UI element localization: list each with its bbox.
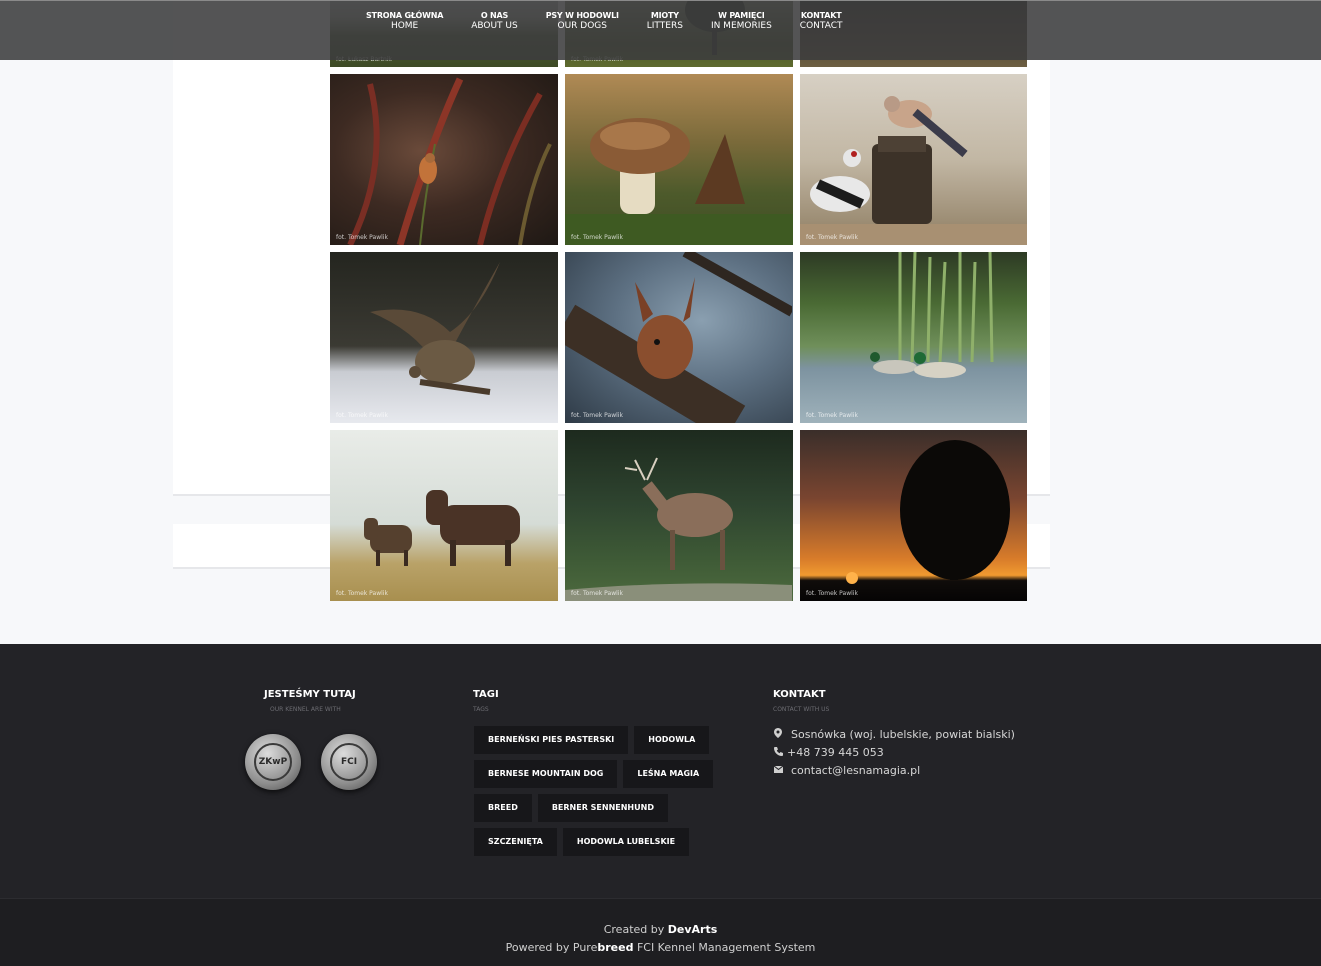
nav-litters-label-pl: MIOTY bbox=[650, 11, 679, 20]
footer-tags-subtitle: TAGS bbox=[473, 706, 489, 713]
zkwp-logo-text: ZKwP bbox=[254, 743, 292, 781]
buzzard-illustration bbox=[370, 262, 500, 395]
tag-bernese-mountain-dog[interactable]: BERNESE MOUNTAIN DOG bbox=[474, 760, 618, 788]
photo-credit: fot. Tomek Pawlik bbox=[571, 412, 623, 419]
gallery-photo-deer[interactable]: fot. Tomek Pawlik bbox=[565, 430, 793, 601]
created-by-link[interactable]: DevArts bbox=[668, 923, 718, 936]
gallery-photo-mushroom[interactable]: fot. Tomek Pawlik bbox=[565, 74, 793, 245]
tag-cloud: BERNEŃSKI PIES PASTERSKI HODOWLA BERNESE… bbox=[474, 726, 734, 862]
photo-credit: fot. Tomek Pawlik bbox=[336, 234, 388, 241]
gallery-photo-buzzard[interactable]: fot. Tomek Pawlik bbox=[330, 252, 558, 423]
photo-credit: fot. Tomek Pawlik bbox=[806, 590, 858, 597]
contact-email-text: contact@lesnamagia.pl bbox=[791, 764, 921, 777]
footer-contact-title: KONTAKT bbox=[773, 689, 826, 700]
nav-in-memories-label-en: IN MEMORIES bbox=[710, 21, 772, 31]
nav-home-label-en: HOME bbox=[390, 21, 419, 31]
photo-gallery: fot. Łukasz Bartnik fot. Tomek Pawlik fo… bbox=[330, 0, 1027, 601]
tag-lesna-magia[interactable]: LEŚNA MAGIA bbox=[623, 760, 714, 788]
gallery-photo-sunset[interactable]: fot. Tomek Pawlik bbox=[800, 430, 1027, 601]
tag-berner-sennenhund[interactable]: BERNER SENNENHUND bbox=[537, 794, 668, 822]
zkwp-logo[interactable]: ZKwP bbox=[245, 734, 301, 790]
gallery-photo-squirrel[interactable]: fot. Tomek Pawlik bbox=[565, 252, 793, 423]
nav-our-dogs[interactable]: PSY W HODOWLI OUR DOGS bbox=[532, 11, 633, 31]
powered-by-suffix: FCI Kennel Management System bbox=[636, 941, 816, 954]
nav-home-label-pl: STRONA GŁÓWNA bbox=[366, 11, 444, 20]
contact-phone[interactable]: +48 739 445 053 bbox=[773, 746, 884, 759]
created-by-prefix: Created by bbox=[603, 923, 665, 936]
contact-address: Sosnówka (woj. lubelskie, powiat bialski… bbox=[773, 728, 1015, 741]
nav-our-dogs-label-en: OUR DOGS bbox=[557, 21, 607, 31]
powered-by-brand[interactable]: breed bbox=[597, 941, 633, 954]
birds-illustration bbox=[800, 96, 1027, 245]
tag-hodowla-lubelskie[interactable]: HODOWLA LUBELSKIE bbox=[562, 828, 690, 856]
created-by-line: Created by DevArts bbox=[0, 923, 1321, 936]
envelope-icon bbox=[773, 765, 783, 776]
footer-tags-title: TAGI bbox=[473, 689, 499, 700]
fci-logo-text: FCI bbox=[330, 743, 368, 781]
nav-litters[interactable]: MIOTY LITTERS bbox=[633, 11, 697, 31]
nav-about[interactable]: O NAS ABOUT US bbox=[457, 11, 532, 31]
photo-credit: fot. Tomek Pawlik bbox=[571, 234, 623, 241]
powered-by-prefix: Powered by Pure bbox=[505, 941, 598, 954]
photo-credit: fot. Tomek Pawlik bbox=[336, 412, 388, 419]
powered-by-line: Powered by Purebreed FCI Kennel Manageme… bbox=[0, 941, 1321, 954]
map-pin-icon bbox=[773, 728, 783, 741]
moose-illustration bbox=[364, 490, 520, 566]
phone-icon bbox=[773, 746, 783, 759]
gallery-photo-bird-reeds[interactable]: fot. Tomek Pawlik bbox=[330, 74, 558, 245]
nav-contact-label-en: CONTACT bbox=[799, 21, 843, 31]
footer-partners-title: JESTEŚMY TUTAJ bbox=[264, 689, 356, 700]
top-navigation-bar: STRONA GŁÓWNA HOME O NAS ABOUT US PSY W … bbox=[0, 0, 1321, 60]
tag-hodowla[interactable]: HODOWLA bbox=[634, 726, 710, 754]
tag-bernenski-pies-pasterski[interactable]: BERNEŃSKI PIES PASTERSKI bbox=[474, 726, 629, 754]
contact-phone-text: +48 739 445 053 bbox=[787, 746, 884, 759]
nav-our-dogs-label-pl: PSY W HODOWLI bbox=[545, 11, 619, 20]
photo-credit: fot. Tomek Pawlik bbox=[806, 234, 858, 241]
gallery-photo-ducks[interactable]: fot. Tomek Pawlik bbox=[800, 252, 1027, 423]
mushroom-illustration bbox=[565, 118, 793, 245]
nav-about-label-pl: O NAS bbox=[480, 11, 509, 20]
nav-home[interactable]: STRONA GŁÓWNA HOME bbox=[352, 11, 457, 31]
nav-contact-label-pl: KONTAKT bbox=[800, 11, 842, 20]
tag-breed[interactable]: BREED bbox=[474, 794, 532, 822]
contact-address-text: Sosnówka (woj. lubelskie, powiat bialski… bbox=[791, 728, 1015, 741]
tag-szczenieta[interactable]: SZCZENIĘTA bbox=[474, 828, 557, 856]
contact-email[interactable]: contact@lesnamagia.pl bbox=[773, 764, 920, 777]
nav-in-memories[interactable]: W PAMIĘCI IN MEMORIES bbox=[697, 11, 786, 31]
deer-illustration bbox=[565, 457, 792, 601]
nav-contact[interactable]: KONTAKT CONTACT bbox=[786, 11, 857, 31]
footer-contact-subtitle: CONTACT WITH US bbox=[773, 706, 830, 713]
photo-credit: fot. Tomek Pawlik bbox=[571, 590, 623, 597]
tree-silhouette-illustration bbox=[846, 440, 1010, 584]
reeds-illustration bbox=[347, 77, 552, 245]
ducks-illustration bbox=[870, 252, 994, 378]
gallery-photo-moose[interactable]: fot. Tomek Pawlik bbox=[330, 430, 558, 601]
footer-partners-subtitle: OUR KENNEL ARE WITH bbox=[270, 706, 341, 713]
nav-about-label-en: ABOUT US bbox=[471, 21, 518, 31]
main-nav: STRONA GŁÓWNA HOME O NAS ABOUT US PSY W … bbox=[352, 11, 856, 31]
photo-credit: fot. Tomek Pawlik bbox=[336, 590, 388, 597]
photo-credit: fot. Tomek Pawlik bbox=[806, 412, 858, 419]
squirrel-illustration bbox=[565, 252, 792, 423]
nav-litters-label-en: LITTERS bbox=[646, 21, 683, 31]
gallery-photo-jay-woodpecker[interactable]: fot. Tomek Pawlik bbox=[800, 74, 1027, 245]
nav-in-memories-label-pl: W PAMIĘCI bbox=[718, 11, 765, 20]
fci-logo[interactable]: FCI bbox=[321, 734, 377, 790]
